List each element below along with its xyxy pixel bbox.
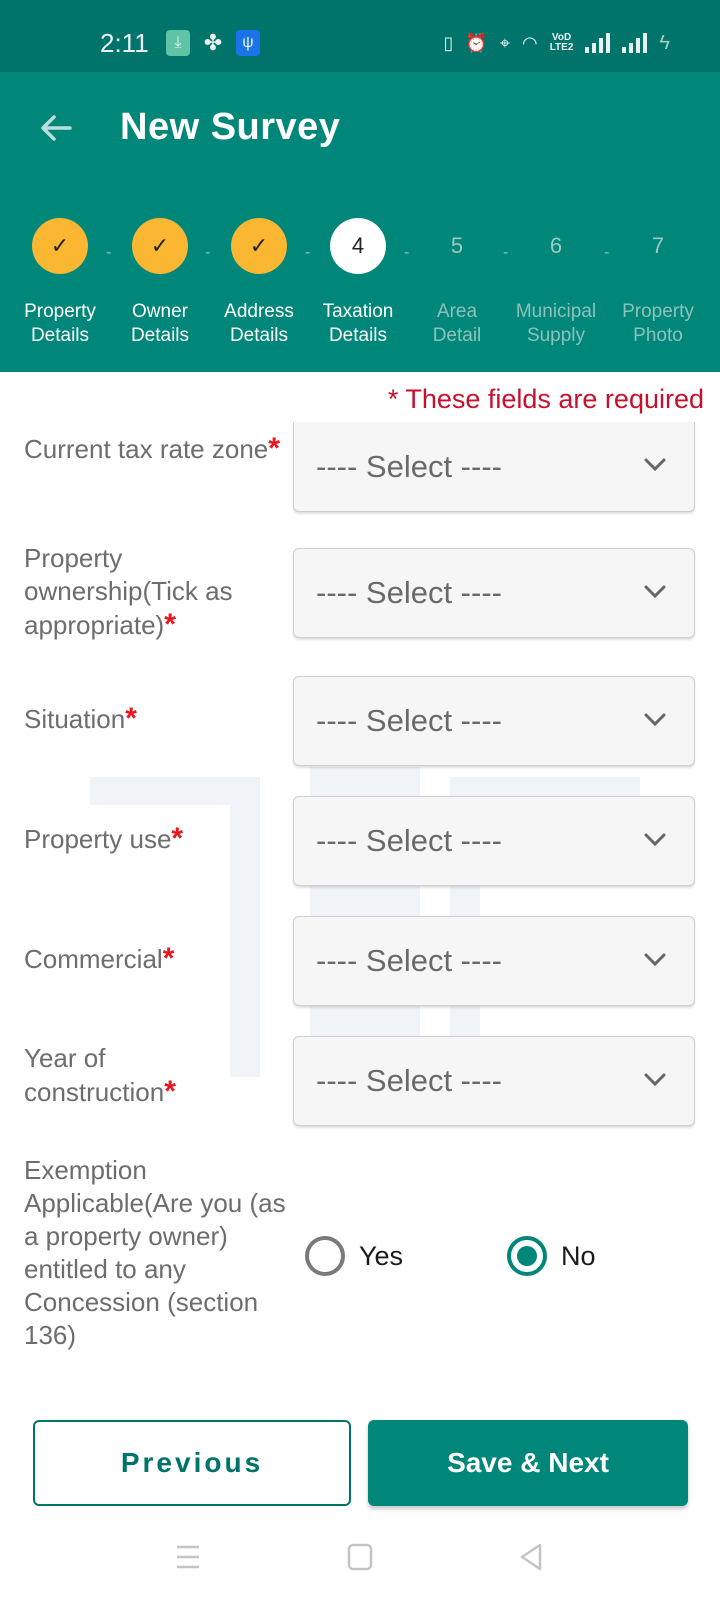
step-number: 4 xyxy=(330,218,386,274)
volte-icon: VoD LTE2 xyxy=(549,32,574,53)
select-property-ownership[interactable]: ---- Select ---- xyxy=(293,548,695,638)
signal-icon xyxy=(585,33,611,53)
status-time: 2:11 xyxy=(100,28,149,58)
step-label: Area Detail xyxy=(432,301,482,346)
page-title: New Survey xyxy=(120,106,341,148)
status-icons: ▯ ⏰ ⌖ ◠ VoD LTE2 ϟ xyxy=(444,30,671,56)
radio-unchecked-icon xyxy=(305,1236,345,1276)
save-next-button[interactable]: Save & Next xyxy=(368,1420,688,1506)
required-fields-note: * These fields are required xyxy=(387,384,704,414)
progress-stepper: ✓ Property Details - ✓ Owner Details - ✓ A… xyxy=(0,184,720,372)
step-separator: - xyxy=(503,244,509,261)
select-property-use[interactable]: ---- Select ---- xyxy=(293,796,695,886)
download-icon: ⤓ xyxy=(166,30,190,56)
status-bar: 2:11 ⤓ ✤ ψ ▯ ⏰ ⌖ ◠ VoD LTE2 ϟ xyxy=(0,0,720,72)
label-property-ownership: Property ownership(Tick as appropriate)* xyxy=(24,543,233,641)
label-year-of-construction: Year of construction* xyxy=(24,1043,176,1108)
select-value: ---- Select ---- xyxy=(316,703,502,738)
step-label: Property Details xyxy=(24,301,96,346)
chevron-down-icon xyxy=(644,713,666,727)
system-nav-bar xyxy=(0,1512,720,1600)
signal-icon xyxy=(622,33,648,53)
previous-button[interactable]: Previous xyxy=(33,1420,351,1506)
required-marker: * xyxy=(162,942,175,975)
step-number: 6 xyxy=(549,233,563,258)
step-label: Owner Details xyxy=(130,301,190,346)
required-marker: * xyxy=(164,1075,176,1108)
pinwheel-icon: ✤ xyxy=(203,30,223,55)
usb-icon: ψ xyxy=(236,30,260,56)
select-value: ---- Select ---- xyxy=(316,448,502,484)
arrow-left-icon[interactable] xyxy=(36,108,76,148)
select-current-tax-rate-zone[interactable]: ---- Select ---- xyxy=(293,422,695,512)
radio-checked-icon xyxy=(507,1236,547,1276)
required-marker: * xyxy=(171,822,184,855)
home-icon[interactable] xyxy=(346,1542,374,1572)
alarm-icon: ⏰ xyxy=(465,32,488,53)
form-content[interactable]: * These fields are required Current tax … xyxy=(0,372,720,1412)
step-separator: - xyxy=(205,244,211,261)
select-year-of-construction[interactable]: ---- Select ---- xyxy=(293,1036,695,1126)
radio-yes[interactable]: Yes xyxy=(305,1236,403,1276)
select-value: ---- Select ---- xyxy=(316,823,502,858)
step-label: Taxation Details xyxy=(322,301,394,346)
step-label: Property Photo xyxy=(622,301,694,346)
step-number: 7 xyxy=(651,233,665,258)
label-current-tax-rate-zone: Current tax rate zone* xyxy=(24,432,280,465)
chevron-down-icon xyxy=(644,585,666,599)
check-icon: ✓ xyxy=(231,218,287,274)
step-number: 5 xyxy=(450,233,464,258)
step-separator: - xyxy=(106,244,112,261)
label-exemption-applicable: Exemption Applicable(Are you (as a prope… xyxy=(24,1155,286,1350)
back-icon[interactable] xyxy=(518,1542,546,1572)
required-marker: * xyxy=(125,702,137,735)
step-label: Address Details xyxy=(224,301,294,346)
label-property-use: Property use* xyxy=(24,822,184,855)
exemption-radio-group: Yes No xyxy=(305,1236,705,1284)
select-commercial[interactable]: ---- Select ---- xyxy=(293,916,695,1006)
chevron-down-icon xyxy=(644,833,666,847)
label-commercial: Commercial* xyxy=(24,942,175,975)
step-separator: - xyxy=(404,244,410,261)
step-separator: - xyxy=(604,244,610,261)
label-situation: Situation* xyxy=(24,702,137,735)
recents-icon[interactable] xyxy=(174,1542,202,1572)
wifi-icon: ◠ xyxy=(521,32,538,53)
vibrate-icon: ▯ xyxy=(443,32,454,53)
chevron-down-icon xyxy=(644,1073,666,1087)
chevron-down-icon xyxy=(644,953,666,967)
select-value: ---- Select ---- xyxy=(316,943,502,978)
radio-label: Yes xyxy=(359,1240,404,1271)
radio-label: No xyxy=(561,1240,596,1271)
step-separator: - xyxy=(305,244,311,261)
select-situation[interactable]: ---- Select ---- xyxy=(293,676,695,766)
select-value: ---- Select ---- xyxy=(316,1063,502,1098)
radio-no[interactable]: No xyxy=(507,1236,596,1276)
required-marker: * xyxy=(164,608,176,641)
select-value: ---- Select ---- xyxy=(316,575,502,610)
required-marker: * xyxy=(268,432,280,465)
check-icon: ✓ xyxy=(32,218,88,274)
check-icon: ✓ xyxy=(132,218,188,274)
chevron-down-icon xyxy=(644,458,666,472)
app-bar: New Survey xyxy=(0,72,720,184)
charging-icon: ϟ xyxy=(659,31,670,54)
step-label: Municipal Supply xyxy=(515,301,597,346)
location-icon: ⌖ xyxy=(499,32,510,53)
